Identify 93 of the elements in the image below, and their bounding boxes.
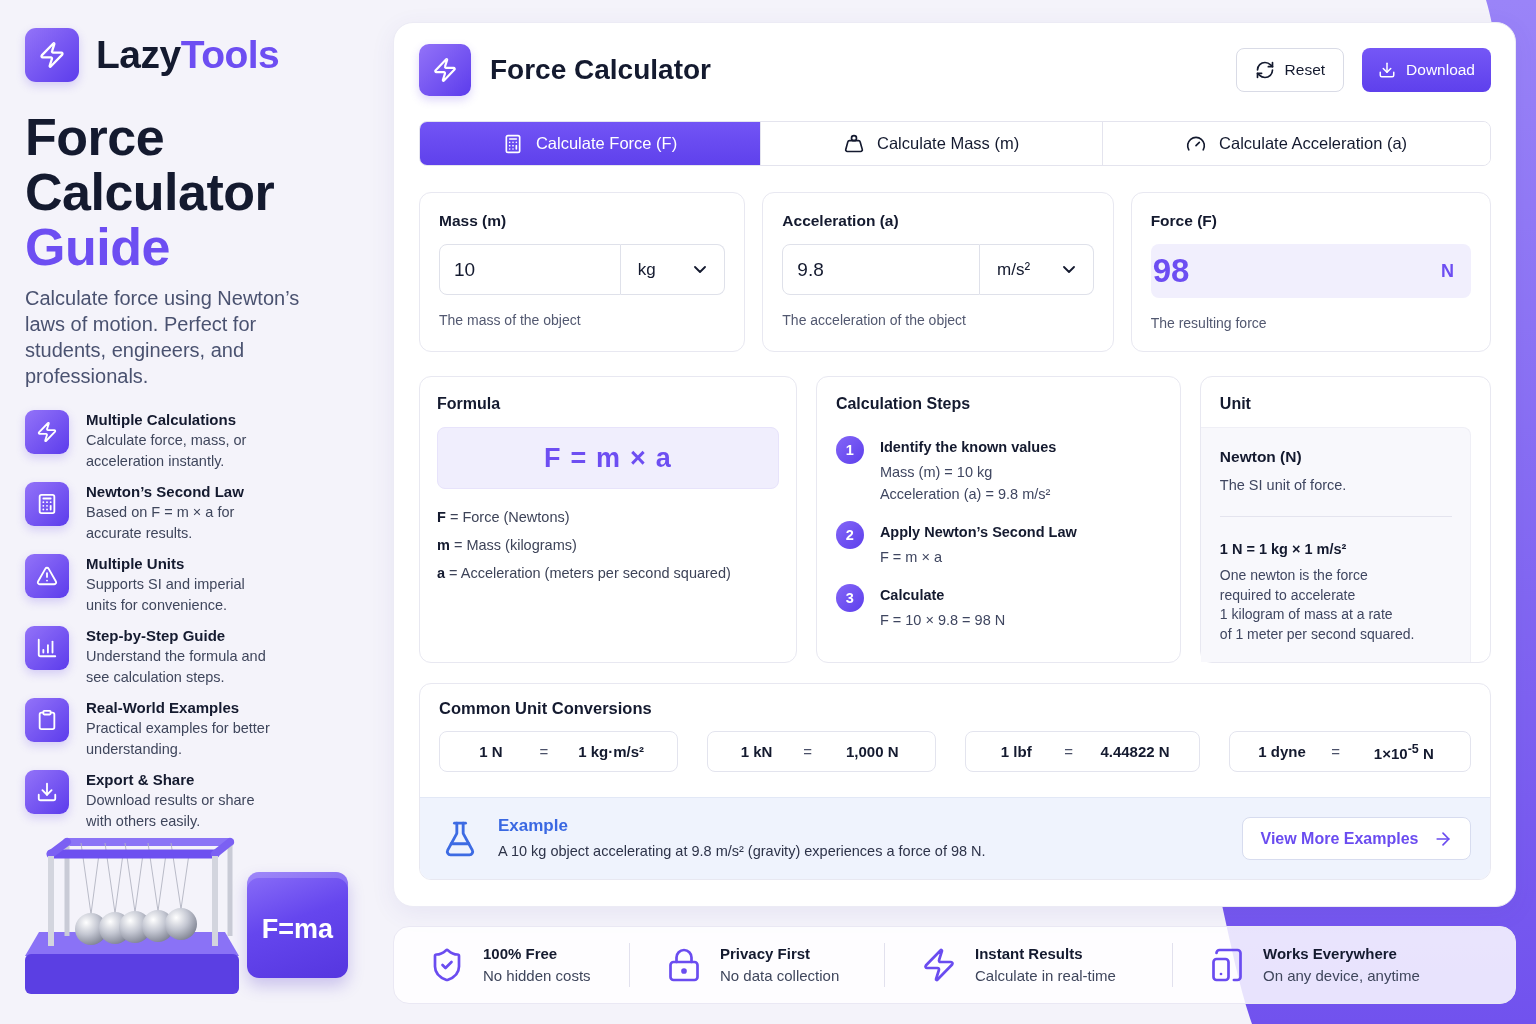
conversion-value: 1 lbf	[999, 743, 1033, 760]
equals-sign: =	[1330, 743, 1342, 760]
devices-icon	[1209, 947, 1245, 983]
step-detail: Mass (m) = 10 kg	[879, 463, 994, 482]
feature-description: Supports SI and imperial units for convenience.	[86, 575, 246, 615]
download-icon	[1378, 61, 1397, 79]
feature-title: Real-World Examples	[86, 698, 241, 718]
step-number: 1	[835, 436, 864, 464]
refresh-icon	[1254, 60, 1275, 80]
equals-sign: =	[802, 743, 813, 760]
field-help: The mass of the object	[439, 312, 582, 329]
card-heading: Common Unit Conversions	[439, 698, 653, 718]
formula-display: F = m × a	[437, 427, 779, 489]
feature-description: Practical examples for better understanding.	[86, 719, 271, 759]
calculator-title: Force Calculator	[490, 54, 711, 86]
feature-title: Newton’s Second Law	[86, 482, 245, 502]
chevron-down-icon	[694, 266, 707, 273]
calculator-icon	[25, 482, 69, 526]
calculator-tab[interactable]: Calculate Acceleration (a)	[1102, 122, 1490, 165]
unit-select[interactable]: m/s²	[980, 244, 1094, 295]
unit-description: The SI unit of force.	[1219, 476, 1348, 495]
feature-description: Based on F = m × a for accurate results.	[86, 503, 236, 543]
unit-name: Newton (N)	[1219, 447, 1303, 467]
benefit-title: Works Everywhere	[1263, 944, 1398, 964]
step-detail: F = m × a	[879, 548, 943, 567]
chevron-down-icon	[1062, 266, 1075, 273]
step-detail: Acceleration (a) = 9.8 m/s²	[879, 485, 1052, 504]
lightning-icon	[25, 28, 79, 82]
unit-explanation: One newton is the force required to accelerate 1 kilogram of mass at a rate of 1 meter per second squared.	[1219, 566, 1416, 645]
card-heading: Formula	[437, 394, 502, 414]
download-button[interactable]: Download	[1362, 48, 1491, 92]
benefit-subtitle: No data collection	[720, 966, 840, 986]
step-title: Identify the known values	[879, 438, 1057, 457]
benefit-title: Instant Results	[975, 944, 1084, 964]
conversion-value: 1 dyne	[1257, 743, 1307, 760]
step-title: Calculate	[879, 586, 946, 605]
conversion-value: 1×10$^{-5}$ N	[1372, 741, 1435, 762]
benefit-title: Privacy First	[720, 944, 812, 964]
clipboard-icon	[25, 698, 69, 742]
benefit-subtitle: On any device, anytime	[1263, 966, 1420, 986]
download-icon	[25, 770, 69, 814]
conversion-value: 4.44822 N	[1099, 743, 1171, 760]
lock-icon	[666, 947, 702, 983]
result-unit: N	[1441, 260, 1454, 282]
result-value: 98	[1152, 252, 1190, 290]
feature-description: Download results or share with others easily.	[86, 791, 256, 831]
unit-definition: 1 N = 1 kg × 1 m/s²	[1219, 540, 1348, 559]
weight-icon	[844, 133, 865, 154]
lightning-icon	[25, 410, 69, 454]
bar-chart-icon	[25, 626, 69, 670]
value-input[interactable]: 9.8	[782, 244, 980, 295]
formula-cube: F=ma	[247, 872, 348, 978]
feature-title: Step-by-Step Guide	[86, 626, 227, 646]
equals-sign: =	[1063, 743, 1074, 760]
example-title: Example	[498, 815, 569, 837]
feature-title: Multiple Units	[86, 554, 186, 574]
example-text: A 10 kg object accelerating at 9.8 m/s² (gravity) experiences a force of 98 N.	[498, 842, 986, 861]
conversion-value: 1 N	[478, 743, 504, 760]
step-number: 2	[835, 521, 864, 549]
benefit-subtitle: Calculate in real-time	[975, 966, 1116, 986]
formula-legend: m = Mass (kilograms)	[437, 531, 779, 559]
field-help: The resulting force	[1150, 315, 1268, 332]
brand-name: LazyTools	[96, 33, 280, 77]
conversion-value: 1 kN	[739, 743, 774, 760]
unit-select[interactable]: kg	[620, 244, 726, 295]
conversion-value: 1,000 N	[845, 743, 900, 760]
card-heading: Calculation Steps	[835, 394, 972, 414]
page-title: Force Calculator Guide	[25, 110, 276, 275]
card-heading: Unit	[1218, 394, 1252, 414]
feature-description: Calculate force, mass, or acceleration instantly.	[86, 431, 248, 471]
feature-description: Understand the formula and see calculation steps.	[86, 647, 267, 687]
formula-legend: F = Force (Newtons)	[437, 503, 779, 531]
value-input[interactable]: 10	[439, 244, 621, 295]
lightning-icon	[921, 947, 957, 983]
formula-legend: a = Acceleration (meters per second squared)	[437, 559, 779, 587]
page-description: Calculate force using Newton’s laws of motion. Perfect for students, engineers, and professionals.	[25, 286, 301, 389]
field-label: Force (F)	[1150, 212, 1218, 230]
view-more-button[interactable]: View More Examples	[1242, 817, 1471, 860]
step-title: Apply Newton’s Second Law	[879, 523, 1077, 542]
field-label: Acceleration (a)	[782, 212, 900, 230]
field-help: The acceleration of the object	[782, 312, 967, 329]
benefit-subtitle: No hidden costs	[483, 966, 591, 986]
step-detail: F = 10 × 9.8 = 98 N	[879, 611, 1006, 630]
calculator-tab[interactable]: Calculate Force (F)	[420, 122, 761, 165]
feature-title: Export & Share	[86, 770, 196, 790]
field-label: Mass (m)	[439, 212, 508, 230]
feature-title: Multiple Calculations	[86, 410, 237, 430]
reset-button[interactable]: Reset	[1235, 48, 1345, 92]
step-number: 3	[835, 584, 864, 612]
lightning-icon	[419, 44, 471, 96]
equals-sign: =	[538, 743, 550, 760]
conversion-value: 1 kg·m/s²	[577, 743, 646, 760]
benefit-title: 100% Free	[483, 944, 559, 964]
